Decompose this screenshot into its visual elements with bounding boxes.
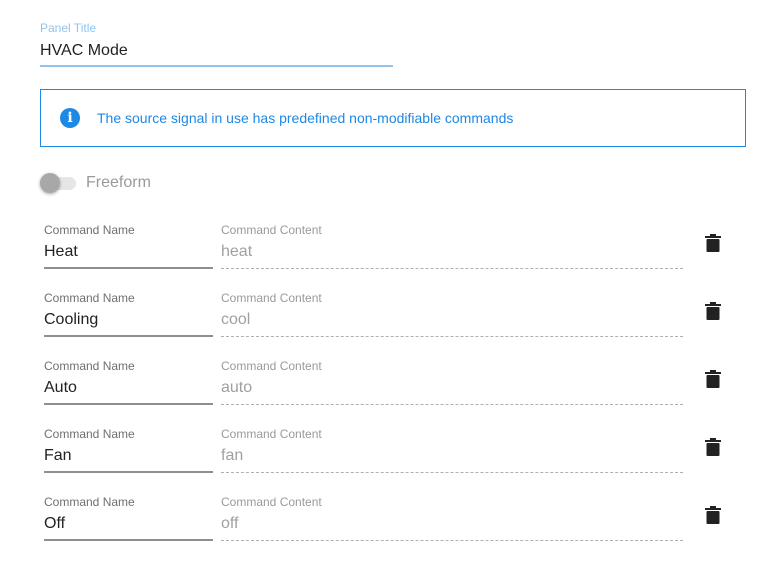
command-name-input[interactable] <box>44 309 213 331</box>
command-content-underline <box>221 267 683 269</box>
command-row: Command Name Command Content <box>44 358 744 426</box>
command-content-field: Command Content <box>221 358 683 405</box>
command-content-field: Command Content <box>221 222 683 269</box>
panel-title-field: Panel Title <box>40 20 393 67</box>
trash-icon[interactable] <box>705 234 721 252</box>
command-name-label: Command Name <box>44 291 135 305</box>
command-name-field: Command Name <box>44 426 213 473</box>
trash-icon[interactable] <box>705 370 721 388</box>
info-banner: i The source signal in use has predefine… <box>40 89 746 147</box>
panel-title-underline <box>40 65 393 67</box>
command-name-underline <box>44 539 213 541</box>
info-message: The source signal in use has predefined … <box>97 110 514 126</box>
freeform-label: Freeform <box>86 174 151 191</box>
command-name-label: Command Name <box>44 359 135 373</box>
command-content-label: Command Content <box>221 495 322 509</box>
command-content-input <box>221 445 683 467</box>
command-name-input[interactable] <box>44 445 213 467</box>
command-content-input <box>221 309 683 331</box>
command-editor-panel: Panel Title i The source signal in use h… <box>0 0 780 580</box>
command-content-field: Command Content <box>221 494 683 541</box>
command-content-label: Command Content <box>221 291 322 305</box>
command-row: Command Name Command Content <box>44 290 744 358</box>
command-name-field: Command Name <box>44 494 213 541</box>
freeform-toggle-row: Freeform <box>40 172 151 194</box>
command-name-input[interactable] <box>44 513 213 535</box>
command-name-label: Command Name <box>44 495 135 509</box>
command-name-underline <box>44 267 213 269</box>
trash-icon[interactable] <box>705 302 721 320</box>
command-name-underline <box>44 471 213 473</box>
command-name-underline <box>44 403 213 405</box>
command-content-underline <box>221 539 683 541</box>
command-content-field: Command Content <box>221 426 683 473</box>
command-row: Command Name Command Content <box>44 222 744 290</box>
command-content-field: Command Content <box>221 290 683 337</box>
info-icon: i <box>60 108 80 128</box>
command-row: Command Name Command Content <box>44 494 744 562</box>
command-content-input <box>221 377 683 399</box>
command-content-underline <box>221 335 683 337</box>
command-list: Command Name Command Content Command Nam… <box>44 222 744 562</box>
command-name-underline <box>44 335 213 337</box>
command-content-input <box>221 513 683 535</box>
command-content-label: Command Content <box>221 427 322 441</box>
trash-icon[interactable] <box>705 438 721 456</box>
panel-title-label: Panel Title <box>40 21 97 35</box>
command-name-label: Command Name <box>44 427 135 441</box>
command-content-underline <box>221 403 683 405</box>
trash-icon[interactable] <box>705 506 721 524</box>
command-content-input <box>221 241 683 263</box>
command-content-underline <box>221 471 683 473</box>
command-name-label: Command Name <box>44 223 135 237</box>
freeform-toggle[interactable] <box>40 172 76 194</box>
command-name-field: Command Name <box>44 358 213 405</box>
panel-title-input[interactable] <box>40 40 393 62</box>
toggle-thumb[interactable] <box>40 173 60 193</box>
command-name-input[interactable] <box>44 377 213 399</box>
command-content-label: Command Content <box>221 223 322 237</box>
command-name-input[interactable] <box>44 241 213 263</box>
command-content-label: Command Content <box>221 359 322 373</box>
command-name-field: Command Name <box>44 290 213 337</box>
command-name-field: Command Name <box>44 222 213 269</box>
command-row: Command Name Command Content <box>44 426 744 494</box>
